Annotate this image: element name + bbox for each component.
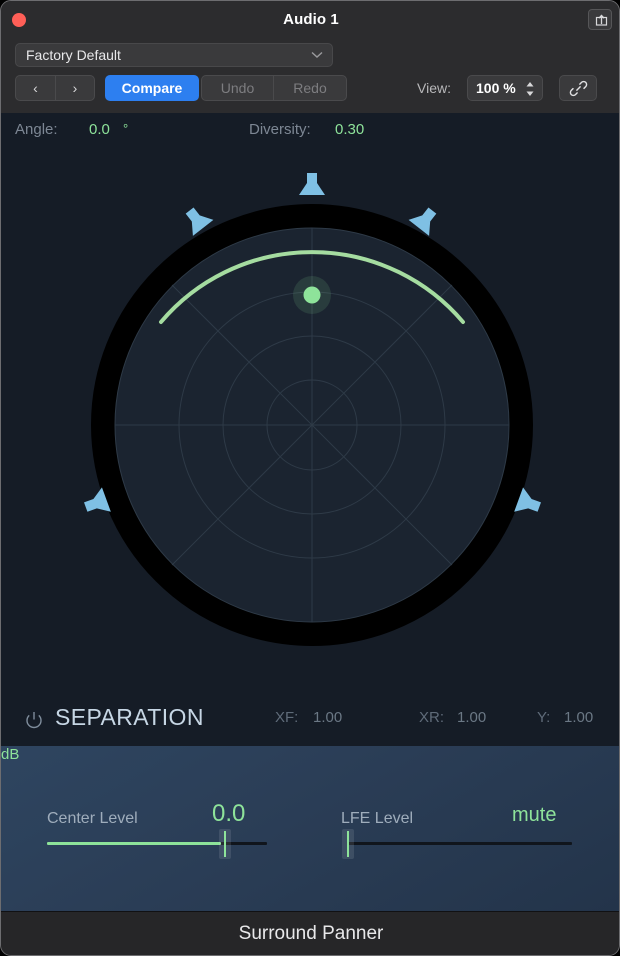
preset-value: Factory Default — [26, 47, 121, 63]
separation-title: SEPARATION — [55, 704, 204, 730]
y-label: Y: — [537, 709, 551, 726]
next-preset-button[interactable]: › — [55, 75, 95, 101]
lfe-level-label: LFE Level — [341, 810, 414, 827]
power-glyph — [26, 712, 42, 729]
levels-panel: Center Level 0.0 dB LFE Level mute — [1, 746, 619, 911]
center-level-thumb[interactable] — [219, 829, 231, 859]
link-chain-icon[interactable] — [559, 75, 597, 101]
stepper-up-down-icon[interactable] — [525, 81, 535, 97]
lfe-level-track[interactable] — [348, 842, 572, 845]
center-level-fill — [47, 842, 221, 845]
previous-preset-button[interactable]: ‹ — [15, 75, 55, 101]
toolbar: Factory Default ‹ › Compare Undo Redo Vi… — [1, 39, 619, 114]
pan-puck[interactable] — [303, 286, 321, 304]
speaker-center — [299, 173, 325, 195]
redo-button[interactable]: Redo — [273, 75, 347, 101]
xr-value[interactable]: 1.00 — [457, 709, 486, 726]
preset-dropdown[interactable]: Factory Default — [15, 43, 333, 67]
plugin-window: Audio 1 Factory Default ‹ › Compare Undo… — [0, 0, 620, 956]
lfe-level-value[interactable]: mute — [512, 804, 556, 827]
link-glyph — [569, 80, 587, 96]
separation-bar: SEPARATION XF: 1.00 XR: 1.00 Y: 1.00 — [1, 696, 619, 747]
window-title: Audio 1 — [283, 11, 339, 28]
center-level-value[interactable]: 0.0 — [212, 800, 245, 828]
export-share-icon[interactable] — [588, 9, 612, 30]
plugin-name: Surround Panner — [238, 923, 384, 944]
zoom-stepper[interactable]: 100 % — [467, 75, 543, 101]
center-level-label: Center Level — [47, 810, 138, 827]
xf-label: XF: — [275, 709, 299, 726]
power-icon[interactable] — [23, 709, 45, 731]
undo-button[interactable]: Undo — [201, 75, 273, 101]
footer-bar: Surround Panner — [1, 911, 619, 955]
y-value[interactable]: 1.00 — [564, 709, 593, 726]
zoom-value: 100 % — [476, 80, 516, 96]
compare-button[interactable]: Compare — [105, 75, 199, 101]
xr-label: XR: — [419, 709, 445, 726]
title-bar: Audio 1 — [1, 1, 619, 40]
xf-value[interactable]: 1.00 — [313, 709, 342, 726]
chevron-down-icon — [311, 51, 323, 58]
view-label: View: — [417, 80, 451, 96]
surround-panner-field[interactable]: Angle: 0.0 ° Diversity: 0.30 — [1, 113, 620, 743]
center-level-unit: dB — [1, 746, 20, 763]
panner-radar[interactable] — [1, 113, 620, 743]
lfe-level-thumb[interactable] — [342, 829, 354, 859]
export-glyph — [595, 14, 608, 26]
